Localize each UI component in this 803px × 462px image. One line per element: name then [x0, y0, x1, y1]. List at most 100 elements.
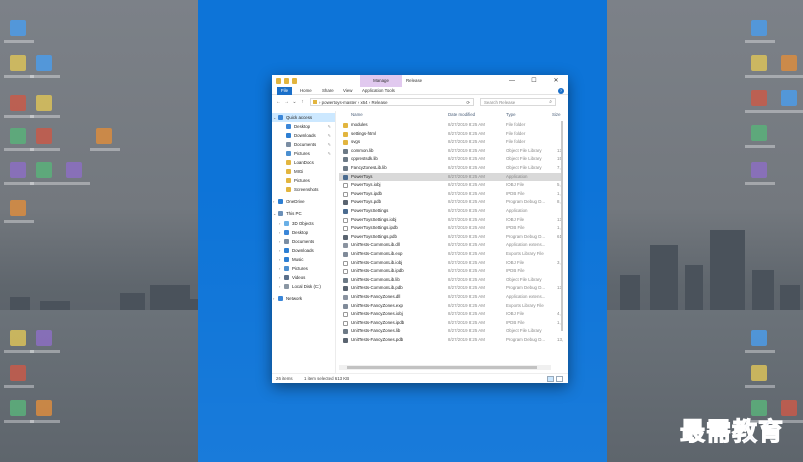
tab-view[interactable]: View [339, 87, 356, 95]
desktop-shortcut-icon[interactable] [751, 55, 767, 71]
tab-application-tools[interactable]: Application Tools [358, 87, 399, 95]
column-type[interactable]: Type [506, 112, 516, 117]
desktop-shortcut-icon[interactable] [751, 162, 767, 178]
nav-item[interactable]: ⌄ This PC [272, 209, 335, 218]
nav-item[interactable]: › Pictures [272, 264, 335, 273]
pin-icon[interactable]: ✎ [328, 140, 331, 149]
nav-item[interactable]: Downloads ✎ [272, 131, 335, 140]
large-icons-view-icon[interactable] [556, 376, 563, 382]
file-row[interactable]: svgs 8/27/2019 8:25 AM File folder [339, 138, 561, 147]
expand-chevron-icon[interactable]: › [279, 237, 280, 246]
desktop-shortcut-icon[interactable] [96, 128, 112, 144]
pin-icon[interactable]: ✎ [328, 149, 331, 158]
address-path[interactable]: › powertoys-master › x64 › Release [319, 100, 388, 105]
expand-chevron-icon[interactable]: ⌄ [273, 113, 276, 122]
refresh-icon[interactable]: ⟳ [466, 99, 470, 106]
desktop-shortcut-icon[interactable] [751, 90, 767, 106]
nav-item[interactable]: MIGi [272, 167, 335, 176]
tab-home[interactable]: Home [296, 87, 316, 95]
file-row[interactable]: UnitTests-FancyZones.exp 8/27/2019 8:25 A… [339, 302, 561, 311]
search-input[interactable]: Search Release ⌕ [480, 98, 556, 106]
file-row[interactable]: UnitTests-CommonLib.iobj 8/27/2019 8:25 A… [339, 259, 561, 268]
expand-chevron-icon[interactable]: › [279, 228, 280, 237]
nav-item[interactable]: ⌄ Quick access [272, 113, 335, 122]
expand-chevron-icon[interactable]: › [279, 264, 280, 273]
explorer-window[interactable]: Manage Release — ☐ ✕ File Home Share Vie… [272, 75, 568, 383]
nav-item[interactable]: Pictures [272, 176, 335, 185]
file-row[interactable]: UnitTests-CommonLib.exp 8/27/2019 8:25 AM… [339, 250, 561, 259]
details-view-icon[interactable] [547, 376, 554, 382]
column-name[interactable]: Name [351, 112, 363, 117]
file-row[interactable]: UnitTests-CommonLib.dll 8/27/2019 8:25 AM… [339, 241, 561, 250]
minimize-button[interactable]: — [504, 75, 520, 87]
desktop-shortcut-icon[interactable] [10, 20, 26, 36]
up-arrow-icon[interactable]: ↑ [299, 98, 306, 106]
column-date-modified[interactable]: Date modified [448, 112, 475, 117]
search-icon[interactable]: ⌕ [549, 99, 552, 106]
back-arrow-icon[interactable]: ← [275, 98, 282, 106]
expand-chevron-icon[interactable]: › [279, 273, 280, 282]
navigation-pane[interactable]: ⌄ Quick access Desktop ✎ Downloads ✎ Documents… [272, 111, 336, 373]
desktop-shortcut-icon[interactable] [10, 95, 26, 111]
expand-chevron-icon[interactable]: › [273, 197, 274, 206]
file-row[interactable]: UnitTests-CommonLib.ipdb 8/27/2019 8:25 A… [339, 267, 561, 276]
maximize-button[interactable]: ☐ [526, 75, 542, 87]
expand-chevron-icon[interactable]: › [279, 246, 280, 255]
desktop-shortcut-icon[interactable] [781, 55, 797, 71]
nav-item[interactable]: Pictures ✎ [272, 149, 335, 158]
file-row[interactable]: PowerToys.pdb 8/27/2019 8:25 AM Program De… [339, 198, 561, 207]
desktop-shortcut-icon[interactable] [10, 330, 26, 346]
expand-chevron-icon[interactable]: › [279, 219, 280, 228]
title-bar[interactable]: Manage Release — ☐ ✕ [272, 75, 568, 87]
file-row[interactable]: UnitTests-FancyZones.pdb 8/27/2019 8:25 A… [339, 336, 563, 345]
nav-item[interactable]: › Network [272, 294, 335, 303]
file-row[interactable]: UnitTests-FancyZones.dll 8/27/2019 8:25 A… [339, 293, 561, 302]
file-row[interactable]: UnitTests-CommonLib.lib 8/27/2019 8:25 AM… [339, 276, 561, 285]
file-row[interactable]: PowerToys.ipdb 8/27/2019 8:25 AM IPDB File… [339, 190, 561, 199]
address-bar[interactable]: › powertoys-master › x64 › Release ⟳ [310, 98, 474, 106]
file-row[interactable]: PowerToysSettings.iobj 8/27/2019 8:25 AM I… [339, 216, 563, 225]
nav-item[interactable]: Screenshots [272, 185, 335, 194]
folder-icon[interactable] [276, 78, 281, 84]
horizontal-scrollbar[interactable] [339, 365, 551, 370]
forward-arrow-icon[interactable]: → [283, 98, 290, 106]
file-row[interactable]: PowerToys.iobj 8/27/2019 8:25 AM IOBJ File… [339, 181, 561, 190]
nav-item[interactable]: LoanDocs [272, 158, 335, 167]
file-row[interactable]: settings-html 8/27/2019 8:25 AM File folde… [339, 130, 561, 139]
expand-chevron-icon[interactable]: ⌄ [273, 209, 276, 218]
nav-item[interactable]: › Documents [272, 237, 335, 246]
nav-item[interactable]: › Local Disk (C:) [272, 282, 335, 291]
new-folder-icon[interactable] [292, 78, 297, 84]
nav-item[interactable]: › Music [272, 255, 335, 264]
desktop-shortcut-icon[interactable] [10, 200, 26, 216]
desktop-shortcut-icon[interactable] [751, 330, 767, 346]
help-icon[interactable]: ? [558, 88, 564, 94]
desktop-shortcut-icon[interactable] [36, 128, 52, 144]
close-button[interactable]: ✕ [548, 75, 564, 87]
pin-icon[interactable]: ✎ [328, 131, 331, 140]
file-row[interactable]: UnitTests-CommonLib.pdb 8/27/2019 8:25 AM… [339, 284, 563, 293]
file-row[interactable]: modules 8/27/2019 8:25 AM File folder [339, 121, 561, 130]
file-row[interactable]: PowerToys 8/27/2019 8:25 AM Application [339, 172, 561, 182]
file-row[interactable]: FancyZonesLib.lib 8/27/2019 8:25 AM Object… [339, 164, 561, 173]
desktop-shortcut-icon[interactable] [751, 20, 767, 36]
expand-chevron-icon[interactable]: › [279, 282, 280, 291]
file-row[interactable]: UnitTests-FancyZones.ipdb 8/27/2019 8:25 … [339, 319, 561, 328]
desktop-shortcut-icon[interactable] [36, 400, 52, 416]
manage-context-tab[interactable]: Manage [360, 75, 402, 87]
file-row[interactable]: PowerToysSettings 8/27/2019 8:25 AM Applic… [339, 207, 561, 216]
file-row[interactable]: UnitTests-FancyZones.iobj 8/27/2019 8:25 … [339, 310, 561, 319]
desktop-shortcut-icon[interactable] [36, 95, 52, 111]
vertical-scrollbar[interactable] [559, 111, 565, 365]
file-row[interactable]: UnitTests-FancyZones.lib 8/27/2019 8:25 A… [339, 327, 561, 336]
nav-item[interactable]: › Desktop [272, 228, 335, 237]
desktop-shortcut-icon[interactable] [10, 162, 26, 178]
expand-chevron-icon[interactable]: › [273, 294, 274, 303]
nav-item[interactable]: Desktop ✎ [272, 122, 335, 131]
tab-file[interactable]: File [277, 87, 293, 95]
quick-access-toolbar[interactable] [276, 78, 297, 84]
desktop-shortcut-icon[interactable] [751, 365, 767, 381]
nav-item[interactable]: › Videos [272, 273, 335, 282]
recent-locations-icon[interactable]: ⌄ [291, 98, 298, 106]
nav-item[interactable]: › 3D Objects [272, 219, 335, 228]
